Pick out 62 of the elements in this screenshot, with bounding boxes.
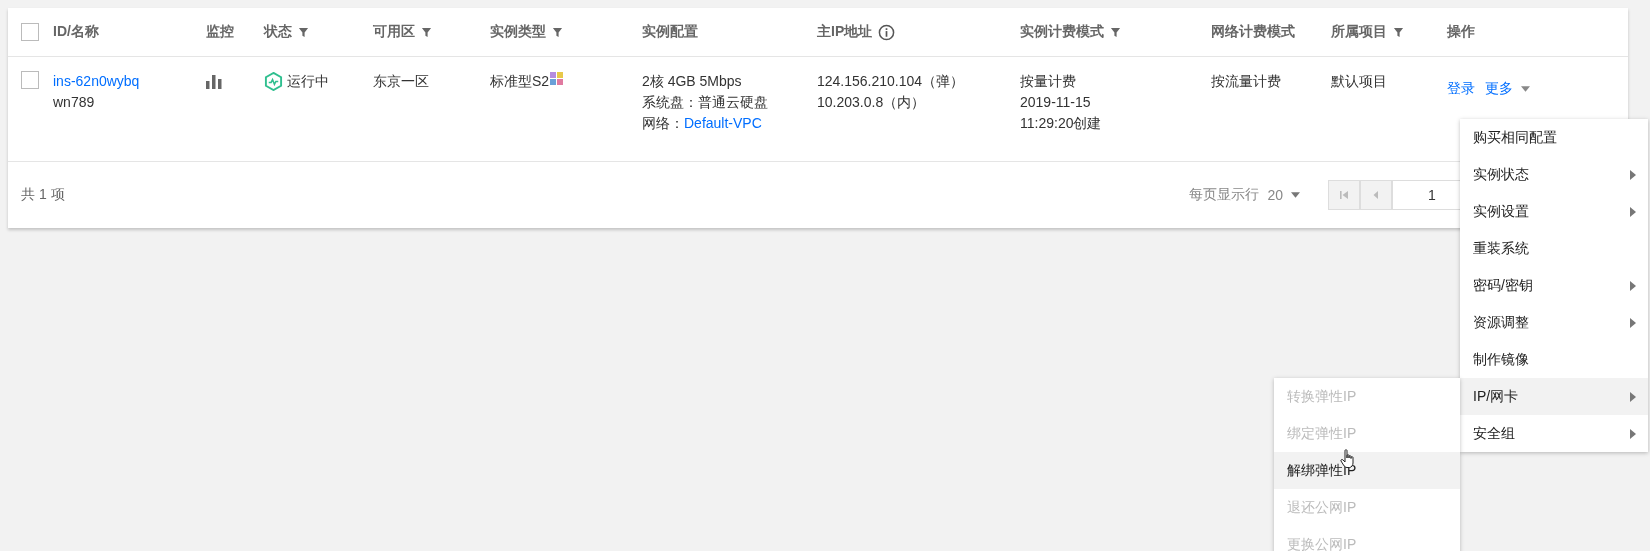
menu-item[interactable]: 制作镜像 [1460,341,1648,378]
filter-icon[interactable] [552,26,563,38]
config-text: 系统盘：普通云硬盘 [642,93,768,112]
menu-item[interactable]: 购买相同配置 [1460,119,1648,156]
column-header: 可用区 [373,23,415,41]
filter-icon[interactable] [421,26,432,38]
first-page-icon [1339,190,1349,200]
billing-text: 按量计费 [1020,72,1076,91]
menu-item[interactable]: IP/网卡 [1460,378,1648,415]
menu-item[interactable]: 重装系统 [1460,230,1648,267]
status-text: 运行中 [287,72,329,91]
submenu-arrow-icon [1630,317,1636,328]
config-text: 2核 4GB 5Mbps [642,72,742,91]
menu-item[interactable]: 密码/密钥 [1460,267,1648,304]
instance-type-text: 标准型S2 [490,72,550,91]
instance-type-icon [550,71,565,86]
total-count: 共 1 项 [21,186,65,204]
page-size-label: 每页显示行 [1189,186,1260,204]
menu-item[interactable]: 实例设置 [1460,193,1648,230]
ip-address: 124.156.210.104（弹） [817,72,965,91]
menu-item[interactable]: 实例状态 [1460,156,1648,193]
login-link[interactable]: 登录 [1447,78,1475,99]
previous-page-icon [1371,190,1381,200]
billing-text: 2019-11-15 [1020,93,1091,112]
column-header: 监控 [206,23,234,41]
select-all-checkbox[interactable] [21,23,39,41]
column-header: 状态 [264,23,292,41]
billing-text: 11:29:20创建 [1020,114,1102,133]
ip-address: 10.203.0.8（内） [817,93,926,112]
running-status-icon [264,72,283,91]
caret-icon [1291,192,1300,198]
network-billing-text: 按流量计费 [1211,72,1281,91]
caret-icon [1521,85,1530,92]
column-header: 实例配置 [642,23,698,41]
submenu-arrow-icon [1630,206,1636,217]
network-link[interactable]: Default-VPC [684,115,762,131]
menu-item[interactable]: 资源调整 [1460,304,1648,341]
more-dropdown[interactable]: 更多 [1485,78,1530,99]
submenu-arrow-icon [1630,428,1636,439]
info-icon[interactable] [878,23,896,41]
network-label: 网络： [642,115,684,131]
instance-name: wn789 [53,93,95,112]
column-header: 主IP地址 [817,23,873,41]
column-header: 所属项目 [1331,23,1387,41]
column-header: 操作 [1447,23,1475,41]
column-header: 实例计费模式 [1020,23,1104,41]
column-header: 实例类型 [490,23,546,41]
menu-item[interactable]: 安全组 [1460,415,1648,452]
zone-text: 东京一区 [373,72,429,91]
filter-icon[interactable] [1393,26,1404,38]
row-checkbox[interactable] [21,71,39,89]
page-size-dropdown[interactable]: 20 [1267,187,1300,203]
project-text: 默认项目 [1331,72,1387,91]
column-header: ID/名称 [53,23,99,41]
submenu-arrow-icon [1630,280,1636,291]
filter-icon[interactable] [298,26,309,38]
instance-id-link[interactable]: ins-62n0wybq [53,71,140,92]
submenu-arrow-icon [1630,169,1636,180]
bar-chart-icon[interactable] [206,75,222,89]
submenu-arrow-icon [1630,391,1636,402]
column-header: 网络计费模式 [1211,23,1295,41]
filter-icon[interactable] [1110,26,1121,38]
